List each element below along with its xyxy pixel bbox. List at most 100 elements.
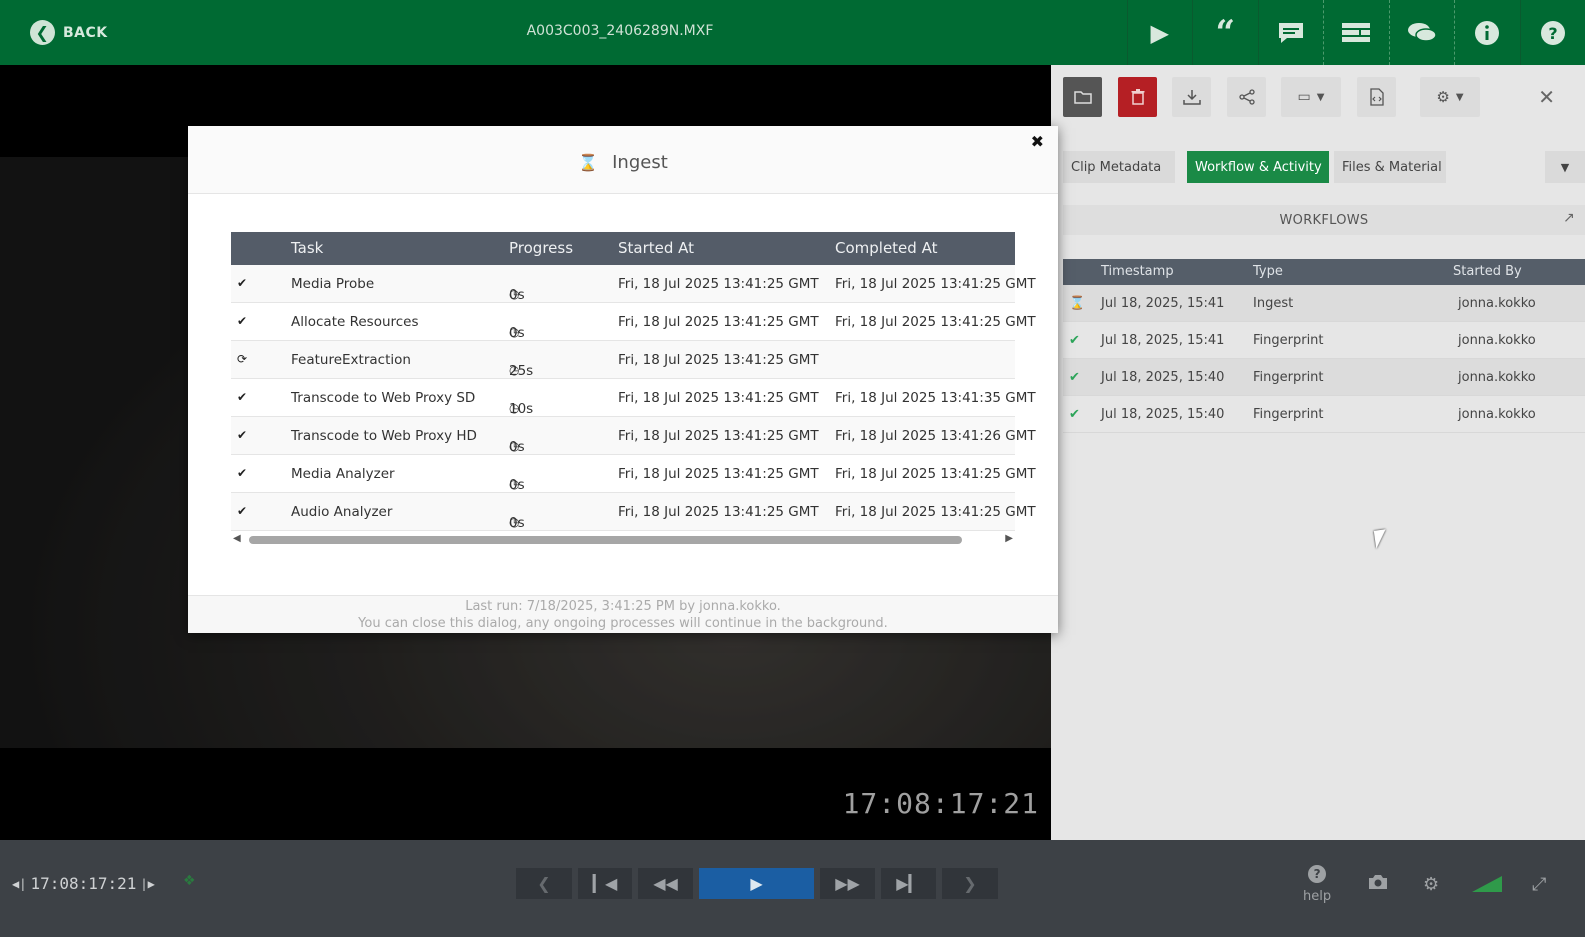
help-label: help [1303,889,1332,904]
row-started-by: jonna.kokko [1458,370,1536,385]
skip-start-button[interactable]: ▎◀ [578,868,632,899]
task-progress-value: 0s [509,439,525,455]
download-icon[interactable] [1172,77,1211,117]
col-timestamp[interactable]: Timestamp [1101,264,1174,279]
layers-icon[interactable] [1323,0,1389,65]
row-started-by: jonna.kokko [1458,296,1536,311]
scrollbar-thumb[interactable] [249,536,962,544]
row-type: Fingerprint [1253,407,1324,422]
prev-frame-button[interactable]: ❮ [516,868,572,899]
task-name: Audio Analyzer [291,504,393,520]
fast-forward-button[interactable]: ▶▶ [820,868,875,899]
file-title: A003C003_2406289N.MXF [526,23,714,39]
tag-dropdown[interactable]: ▭ ▼ [1281,77,1341,117]
share-icon[interactable] [1227,77,1266,117]
workflows-label: WORKFLOWS [1279,212,1369,228]
close-icon[interactable]: ✕ [1538,85,1555,109]
horizontal-scrollbar[interactable]: ◀ ▶ [231,533,1015,547]
help-icon: ? [1308,865,1327,883]
gear-icon[interactable]: ⚙ [1423,874,1439,895]
table-row[interactable]: ✔ Jul 18, 2025, 15:40 Fingerprint jonna.… [1063,396,1585,433]
chat-icon[interactable] [1388,0,1455,65]
check-icon: ✔ [1069,407,1080,422]
check-circle-icon: ✔ [237,276,248,290]
back-label: BACK [63,24,108,41]
task-started-at: Fri, 18 Jul 2025 13:41:25 GMT [618,428,819,444]
task-started-at: Fri, 18 Jul 2025 13:41:25 GMT [618,390,819,406]
camera-icon[interactable] [1368,874,1388,895]
trash-icon[interactable] [1118,77,1157,117]
table-row: ⟳ FeatureExtraction ◷ 25s Fri, 18 Jul 20… [231,341,1015,379]
table-row[interactable]: ✔ Jul 18, 2025, 15:40 Fingerprint jonna.… [1063,359,1585,396]
panel-tabs: Clip Metadata Workflow & Activity Files … [1063,151,1585,183]
chevron-down-icon: ▼ [1455,91,1464,103]
tasks-table-header: Task Progress Started At Completed At [231,232,1015,265]
row-type: Fingerprint [1253,370,1324,385]
row-type: Fingerprint [1253,333,1324,348]
play-button[interactable]: ▶ [699,868,814,899]
table-row[interactable]: ✔ Jul 18, 2025, 15:41 Fingerprint jonna.… [1063,322,1585,359]
settings-dropdown[interactable]: ⚙ ▼ [1420,77,1480,117]
task-completed-at: Fri, 18 Jul 2025 13:41:25 GMT [835,276,1036,292]
chevron-left-icon: ❮ [537,874,551,893]
spinner-icon: ⟳ [237,352,248,366]
row-started-by: jonna.kokko [1458,333,1536,348]
play-icon[interactable]: ▶ [1126,0,1193,65]
fast-forward-icon: ▶▶ [835,874,860,893]
task-completed-at: Fri, 18 Jul 2025 13:41:35 GMT [835,390,1036,406]
check-circle-icon: ✔ [237,390,248,404]
back-button[interactable]: ❮ BACK [30,20,108,45]
folder-icon[interactable] [1063,77,1102,117]
col-progress: Progress [509,239,574,257]
workflows-table: Timestamp Type Started By ⌛ Jul 18, 2025… [1063,259,1585,433]
chevron-right-icon: ❯ [963,874,977,893]
dialog-header: ⌛ Ingest ✖ [188,126,1058,194]
task-progress-value: 0s [509,477,525,493]
tab-files-material[interactable]: Files & Material [1334,151,1446,183]
col-started-by[interactable]: Started By [1453,264,1522,279]
task-name: Transcode to Web Proxy HD [291,428,477,444]
tab-workflow-activity[interactable]: Workflow & Activity [1187,151,1329,183]
scroll-right-icon[interactable]: ▶ [1005,533,1013,544]
tag-icon: ▭ [1297,89,1311,105]
task-progress-value: 25s [509,363,534,379]
col-started-at: Started At [618,239,695,257]
task-progress-value: 0s [509,325,525,341]
workflows-table-header: Timestamp Type Started By [1063,259,1585,285]
timecode-display: ◀| 17:08:17:21 |▶ [8,874,159,893]
mark-out-icon[interactable]: |▶ [140,877,154,891]
player-controls: ◀| 17:08:17:21 |▶ ❖ ❮ ▎◀ ◀◀ ▶ ▶▶ ▶▎ ❯ ? … [0,840,1585,937]
comment-icon[interactable] [1257,0,1324,65]
col-task: Task [291,239,324,257]
mark-in-icon[interactable]: ◀| [12,877,26,891]
play-icon: ▶ [750,874,763,893]
check-circle-icon: ✔ [237,314,248,328]
tab-clip-metadata[interactable]: Clip Metadata [1063,151,1175,183]
settings-icon: ⚙ [1436,88,1450,106]
status-indicator-icon: ❖ [183,873,196,889]
last-run-text: Last run: 7/18/2025, 3:41:25 PM by jonna… [465,599,781,614]
check-circle-icon: ✔ [237,466,248,480]
task-completed-at: Fri, 18 Jul 2025 13:41:25 GMT [835,504,1036,520]
next-frame-button[interactable]: ❯ [942,868,998,899]
quote-icon[interactable]: “ [1192,0,1258,65]
scroll-left-icon[interactable]: ◀ [233,533,241,544]
caret-down-icon: ▼ [1560,160,1570,174]
info-icon[interactable] [1454,0,1520,65]
document-icon[interactable] [1357,77,1396,117]
arrow-left-icon: ❮ [30,20,55,45]
tabs-dropdown[interactable]: ▼ [1545,151,1585,183]
row-type: Ingest [1253,296,1294,311]
col-type[interactable]: Type [1253,264,1283,279]
skip-end-button[interactable]: ▶▎ [881,868,936,899]
current-timecode: 17:08:17:21 [30,874,137,893]
help-button[interactable]: ? help [1303,865,1331,904]
table-row[interactable]: ⌛ Jul 18, 2025, 15:41 Ingest jonna.kokko [1063,285,1585,322]
close-icon[interactable]: ✖ [1031,132,1044,151]
top-icon-bar: ▶ “ ? [1126,0,1585,65]
table-row: ✔ Transcode to Web Proxy SD ◷ 10s Fri, 1… [231,379,1036,417]
external-link-icon[interactable]: ↗ [1563,210,1575,226]
rewind-button[interactable]: ◀◀ [638,868,693,899]
fullscreen-icon[interactable]: ⤢ [1532,874,1546,895]
help-icon[interactable]: ? [1519,0,1585,65]
